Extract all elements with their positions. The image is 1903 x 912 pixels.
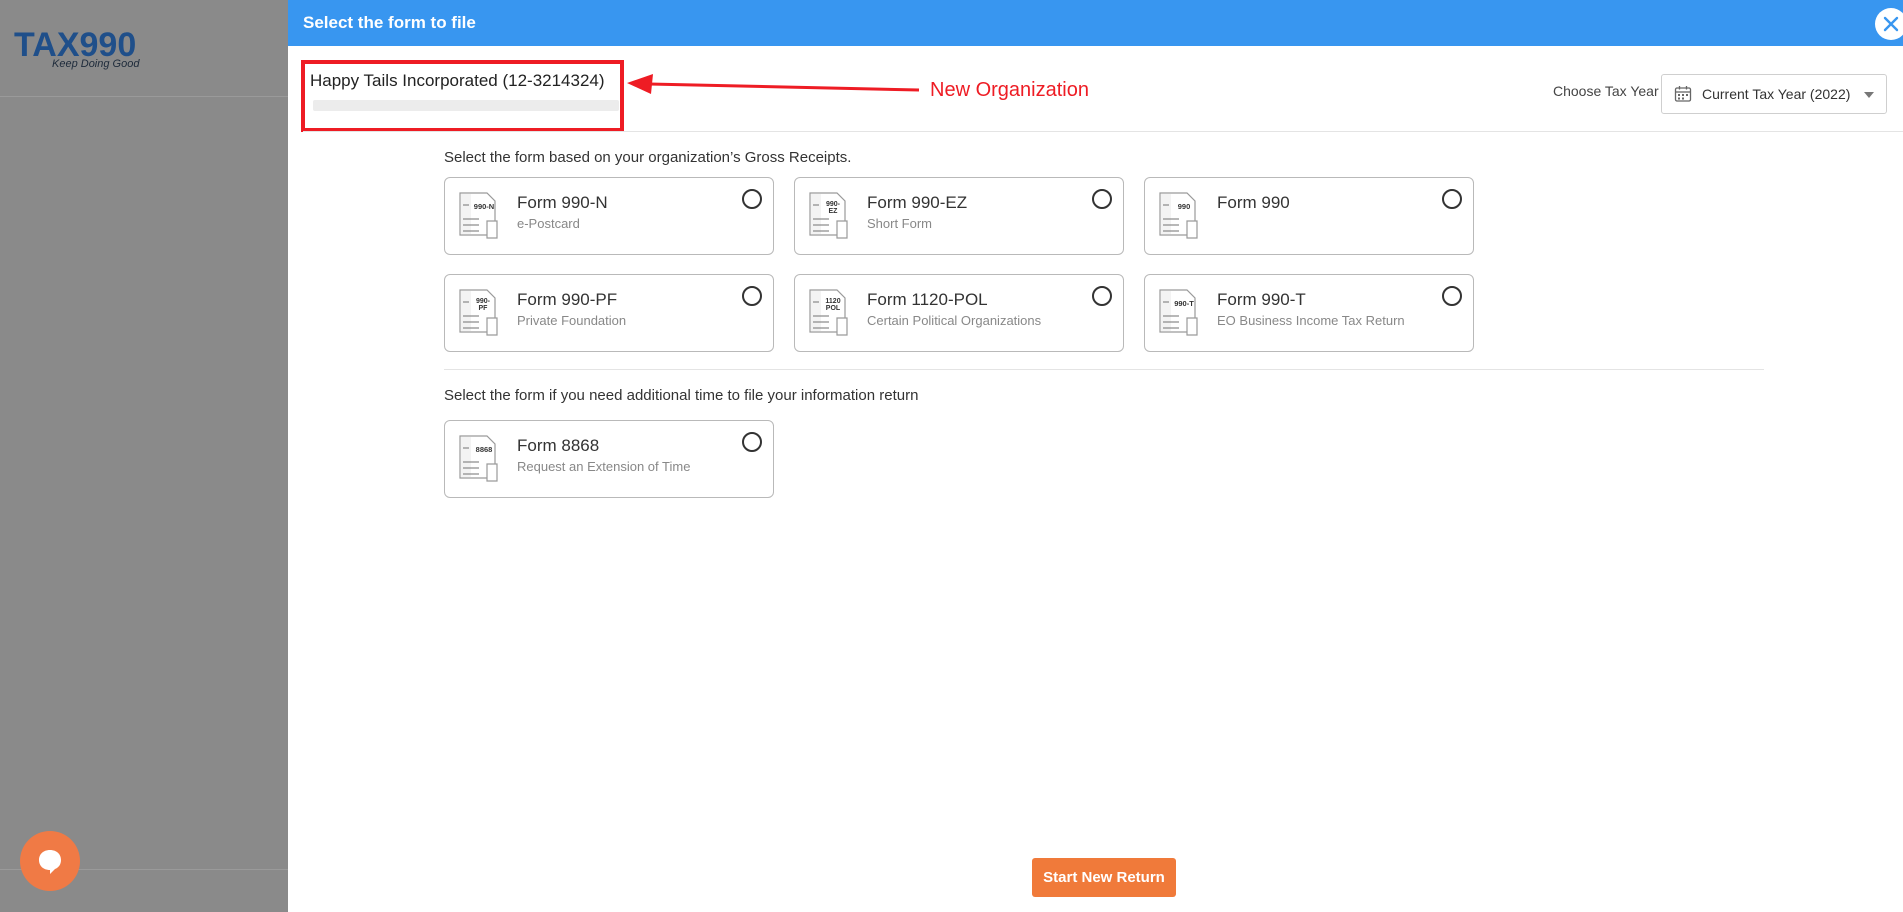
- form-card-title: Form 990-T: [1217, 290, 1306, 309]
- form-card-title: Form 990-PF: [517, 290, 618, 309]
- modal-title: Select the form to file: [303, 13, 476, 32]
- annotation-label: New Organization: [930, 79, 1089, 101]
- form-card-form-990-ez[interactable]: 990- EZ Form 990-EZ Short Form: [794, 177, 1124, 255]
- svg-text:990-N: 990-N: [474, 202, 494, 211]
- form-card-title: Form 990-N: [517, 193, 608, 212]
- form-radio[interactable]: [1092, 286, 1112, 306]
- app-logo-area: TAX990 Keep Doing Good: [0, 0, 288, 97]
- form-document-icon: 1120 POL: [809, 289, 848, 336]
- form-card-title: Form 990-EZ: [867, 193, 968, 212]
- chevron-down-icon: [1864, 92, 1874, 98]
- form-card-subtitle: Short Form: [867, 216, 933, 231]
- tax-year-selected-value: Current Tax Year (2022): [1702, 86, 1851, 102]
- form-radio[interactable]: [1442, 189, 1462, 209]
- app-tagline: Keep Doing Good: [52, 58, 140, 70]
- form-card-form-990-t[interactable]: 990-T Form 990-T EO Business Income Tax …: [1144, 274, 1474, 352]
- form-card-form-990-pf[interactable]: 990- PF Form 990-PF Private Foundation: [444, 274, 774, 352]
- form-card-title: Form 1120-POL: [867, 290, 988, 309]
- form-card-subtitle: e-Postcard: [517, 216, 580, 231]
- form-card-subtitle: Certain Political Organizations: [867, 313, 1042, 328]
- form-card-title: Form 8868: [517, 436, 600, 455]
- form-card-form-8868[interactable]: 8868 Form 8868 Request an Extension of T…: [444, 420, 774, 498]
- organization-name: Happy Tails Incorporated (12-3214324): [310, 71, 605, 90]
- form-card-title: Form 990: [1217, 193, 1290, 212]
- gross-receipts-section-label: Select the form based on your organizati…: [444, 149, 852, 166]
- form-card-form-990[interactable]: 990 Form 990: [1144, 177, 1474, 255]
- form-card-subtitle: Private Foundation: [517, 313, 627, 328]
- form-card-form-990-n[interactable]: 990-N Form 990-N e-Postcard: [444, 177, 774, 255]
- calendar-icon: [1674, 86, 1692, 102]
- annotation-arrow-icon: [627, 74, 920, 94]
- chat-icon: [39, 850, 61, 874]
- chat-button[interactable]: [20, 831, 80, 891]
- logo-text-a: TA: [14, 26, 57, 64]
- svg-text:990-: 990-: [826, 201, 841, 208]
- form-document-icon: 990- PF: [459, 289, 498, 336]
- close-icon: [1883, 16, 1899, 32]
- form-document-icon: 8868: [459, 435, 498, 482]
- form-card-subtitle: Request an Extension of Time: [517, 459, 691, 474]
- form-radio[interactable]: [1092, 189, 1112, 209]
- form-card-form-1120-pol[interactable]: 1120 POL Form 1120-POL Certain Political…: [794, 274, 1124, 352]
- form-radio[interactable]: [1442, 286, 1462, 306]
- svg-text:EZ: EZ: [829, 208, 839, 215]
- svg-text:8868: 8868: [476, 445, 493, 454]
- form-document-icon: 990: [1159, 192, 1198, 239]
- background-overlay: TAX990 Keep Doing Good: [0, 0, 288, 912]
- form-card-subtitle: EO Business Income Tax Return: [1217, 313, 1405, 328]
- section-divider: [444, 369, 1764, 370]
- svg-text:990-T: 990-T: [1174, 299, 1194, 308]
- svg-text:990: 990: [1178, 202, 1191, 211]
- form-document-icon: 990- EZ: [809, 192, 848, 239]
- modal-header: Select the form to file: [288, 0, 1903, 46]
- close-button[interactable]: [1875, 8, 1903, 40]
- select-form-modal: Select the form to file Happy Tails Inco…: [288, 0, 1903, 912]
- svg-text:990-: 990-: [476, 298, 491, 305]
- extension-section-label: Select the form if you need additional t…: [444, 387, 919, 404]
- organization-address-redacted: [313, 100, 619, 111]
- header-divider: [303, 131, 1903, 132]
- form-radio[interactable]: [742, 286, 762, 306]
- svg-text:1120: 1120: [825, 298, 840, 305]
- form-radio[interactable]: [742, 432, 762, 452]
- form-document-icon: 990-N: [459, 192, 498, 239]
- svg-text:POL: POL: [826, 305, 841, 312]
- form-document-icon: 990-T: [1159, 289, 1198, 336]
- tax-year-label: Choose Tax Year: [1553, 83, 1659, 99]
- svg-text:PF: PF: [479, 305, 489, 312]
- form-radio[interactable]: [742, 189, 762, 209]
- tax-year-select[interactable]: Current Tax Year (2022): [1661, 74, 1887, 114]
- start-new-return-button[interactable]: Start New Return: [1032, 858, 1176, 897]
